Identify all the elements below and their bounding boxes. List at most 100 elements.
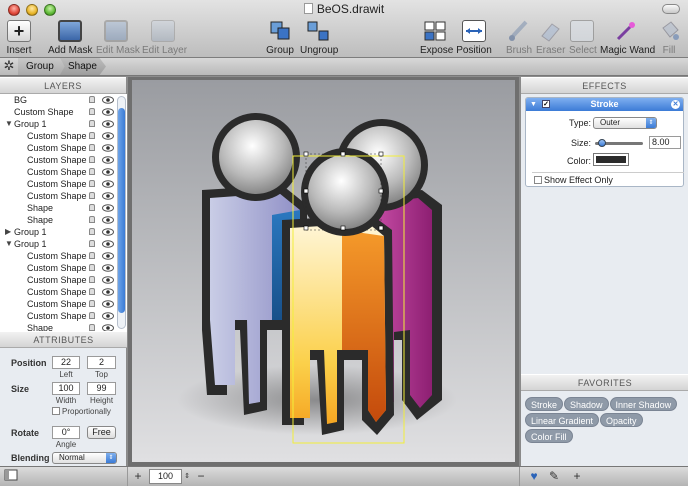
lock-icon[interactable] — [89, 204, 95, 211]
disclosure-triangle-icon[interactable]: ▼ — [5, 118, 13, 130]
lock-icon[interactable] — [89, 216, 95, 223]
edit-mask-button[interactable]: Edit Mask — [96, 20, 140, 56]
zoom-field[interactable]: 100 — [149, 469, 182, 484]
breadcrumb-shape[interactable]: Shape — [60, 58, 106, 75]
eye-icon[interactable] — [102, 216, 114, 224]
lock-icon[interactable] — [89, 132, 95, 139]
left-field[interactable]: 22 — [52, 356, 80, 369]
eye-icon[interactable] — [102, 276, 114, 284]
disclosure-triangle-icon[interactable]: ▶ — [5, 226, 11, 238]
lock-icon[interactable] — [89, 252, 95, 259]
eye-icon[interactable] — [102, 264, 114, 272]
eye-icon[interactable] — [102, 312, 114, 320]
favorite-chip[interactable]: Color Fill — [525, 429, 573, 443]
stroke-color-well[interactable] — [593, 153, 629, 166]
lock-icon[interactable] — [89, 276, 95, 283]
checkbox-box[interactable] — [534, 176, 542, 184]
layer-row[interactable]: Custom Shape — [0, 166, 127, 178]
type-select[interactable]: Outer ⇕ — [593, 117, 657, 129]
expose-button[interactable]: Expose — [420, 20, 453, 56]
lock-icon[interactable] — [89, 180, 95, 187]
drawing-canvas[interactable] — [132, 80, 515, 462]
top-field[interactable]: 2 — [87, 356, 116, 369]
add-mask-button[interactable]: Add Mask — [48, 20, 92, 56]
layer-row[interactable]: Custom Shape — [0, 286, 127, 298]
lock-icon[interactable] — [89, 228, 95, 235]
favorite-chip[interactable]: Shadow — [564, 397, 609, 411]
handle[interactable] — [378, 151, 384, 157]
eye-icon[interactable] — [102, 108, 114, 116]
favorite-chip[interactable]: Stroke — [525, 397, 564, 411]
group-button[interactable]: Group — [266, 20, 294, 56]
layer-row[interactable]: Shape — [0, 214, 127, 226]
zoom-out-button[interactable]: − — [194, 469, 208, 484]
eye-icon[interactable] — [102, 132, 114, 140]
brush-tool[interactable]: Brush — [506, 20, 532, 56]
beos-people-artwork[interactable] — [132, 80, 515, 462]
layer-row[interactable]: Custom Shape — [0, 130, 127, 142]
layer-row[interactable]: Custom Shape — [0, 298, 127, 310]
layer-row[interactable]: Custom Shape — [0, 250, 127, 262]
panel-toggle-button[interactable] — [3, 469, 19, 484]
layer-row[interactable]: Custom Shape — [0, 190, 127, 202]
eraser-tool[interactable]: Eraser — [536, 20, 565, 56]
favorite-chip[interactable]: Linear Gradient — [525, 413, 600, 427]
eye-icon[interactable] — [102, 168, 114, 176]
layer-row[interactable]: ▶ Group 1 — [0, 226, 127, 238]
layer-row[interactable]: Shape — [0, 322, 127, 331]
select-tool[interactable]: Select — [569, 20, 597, 56]
layer-row[interactable]: Custom Shape — [0, 106, 127, 118]
lock-icon[interactable] — [89, 288, 95, 295]
zoom-in-button[interactable]: + — [131, 469, 145, 484]
layer-row[interactable]: Shape — [0, 202, 127, 214]
favorite-chip[interactable]: Inner Shadow — [609, 397, 678, 411]
layer-row[interactable]: BG — [0, 94, 127, 106]
lock-icon[interactable] — [89, 192, 95, 199]
favorite-chip[interactable]: Opacity — [600, 413, 643, 427]
lock-icon[interactable] — [89, 312, 95, 319]
eye-icon[interactable] — [102, 192, 114, 200]
lock-icon[interactable] — [89, 300, 95, 307]
disclosure-triangle-icon[interactable]: ▼ — [5, 238, 13, 250]
handle[interactable] — [303, 151, 309, 157]
eye-icon[interactable] — [102, 252, 114, 260]
handle[interactable] — [340, 151, 346, 157]
blending-select[interactable]: Normal ⇕ — [52, 452, 117, 464]
lock-icon[interactable] — [89, 168, 95, 175]
magic-wand-tool[interactable]: Magic Wand — [600, 20, 655, 56]
size-field[interactable]: 8.00 — [649, 136, 681, 149]
handle[interactable] — [378, 225, 384, 231]
eye-icon[interactable] — [102, 228, 114, 236]
layer-row[interactable]: Custom Shape — [0, 262, 127, 274]
handle[interactable] — [303, 225, 309, 231]
lock-icon[interactable] — [89, 108, 95, 115]
layer-row[interactable]: Custom Shape — [0, 142, 127, 154]
toolbar-toggle-button[interactable] — [662, 4, 680, 14]
height-field[interactable]: 99 — [87, 382, 116, 395]
eye-icon[interactable] — [102, 144, 114, 152]
free-button[interactable]: Free — [87, 426, 116, 439]
width-field[interactable]: 100 — [52, 382, 80, 395]
eye-icon[interactable] — [102, 96, 114, 104]
layer-row[interactable]: Custom Shape — [0, 154, 127, 166]
size-slider-knob[interactable] — [597, 139, 606, 147]
disclosure-triangle-icon[interactable]: ▼ — [530, 98, 537, 111]
heart-icon[interactable]: ♥ — [526, 469, 542, 484]
lock-icon[interactable] — [89, 324, 95, 331]
handle[interactable] — [378, 188, 384, 194]
eye-icon[interactable] — [102, 240, 114, 248]
eye-icon[interactable] — [102, 288, 114, 296]
lock-icon[interactable] — [89, 96, 95, 103]
layer-row[interactable]: ▼ Group 1 — [0, 118, 127, 130]
layer-row[interactable]: Custom Shape — [0, 310, 127, 322]
insert-button[interactable]: + Insert — [5, 20, 33, 56]
add-favorite-button[interactable]: + — [569, 469, 585, 484]
gear-icon[interactable]: ✲ — [2, 59, 16, 73]
position-button[interactable]: Position — [456, 20, 492, 56]
lock-icon[interactable] — [89, 264, 95, 271]
eye-icon[interactable] — [102, 300, 114, 308]
ungroup-button[interactable]: Ungroup — [300, 20, 338, 56]
fill-tool[interactable]: Fill — [657, 20, 681, 56]
stroke-effect-header[interactable]: ▼ ✓ Stroke ✕ — [526, 98, 683, 111]
close-icon[interactable]: ✕ — [671, 100, 680, 109]
